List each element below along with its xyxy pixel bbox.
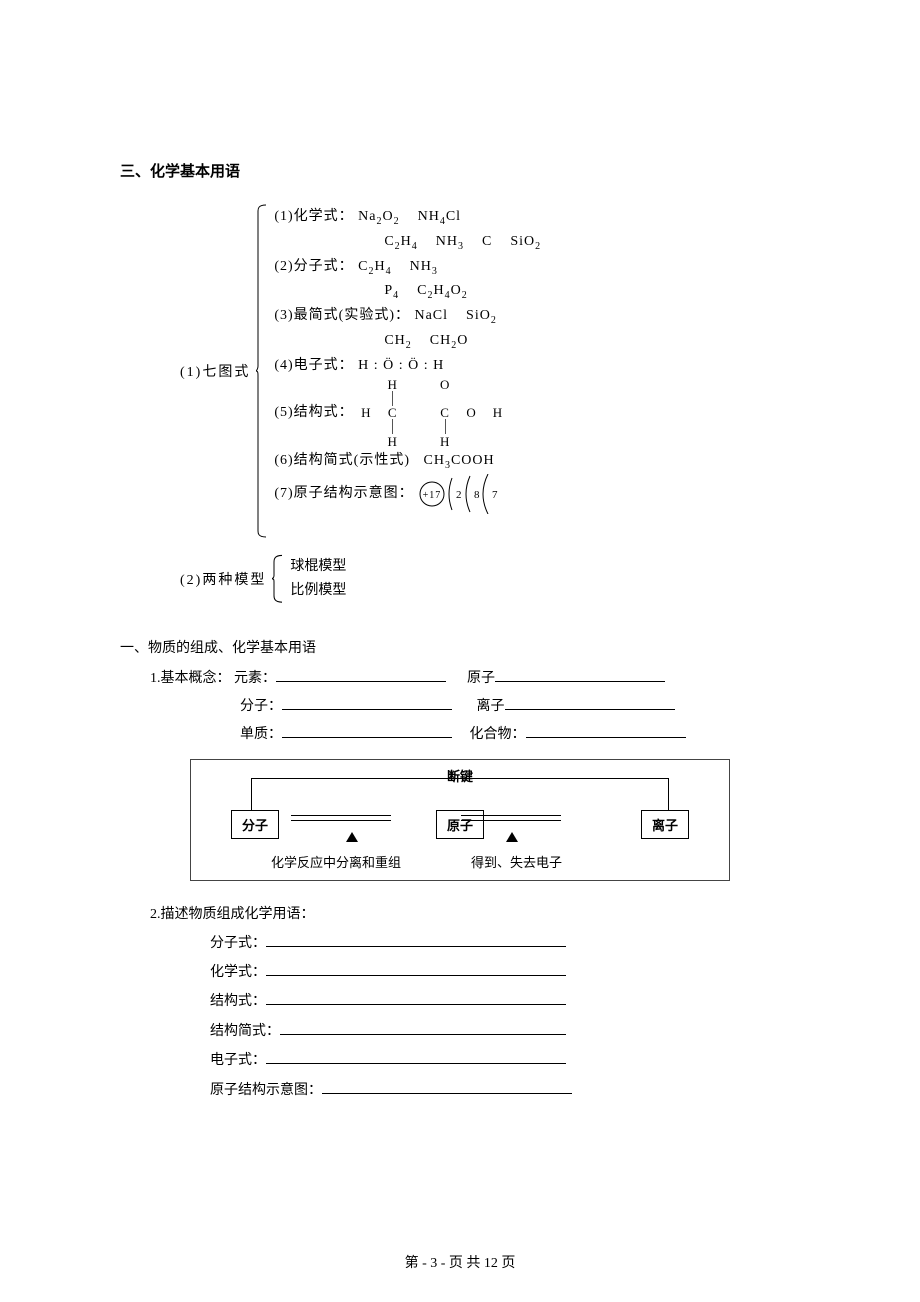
s2-label: (2)分子式： (274, 259, 353, 274)
term-dianzishi: 电子式： (210, 1053, 266, 1068)
blank-simple (282, 723, 452, 738)
blank (266, 1049, 566, 1064)
label-simple: 单质： (240, 727, 282, 742)
s4-label: (4)电子式： (274, 358, 353, 373)
s1-ex-e: C (482, 234, 492, 249)
s1-ex-d: NH3 (436, 234, 464, 249)
concepts-block: 1.基本概念： 元素： 原子 分子： 离子 单质： 化合物： (150, 665, 800, 749)
blank (266, 932, 566, 947)
term-fenzishi: 分子式： (210, 936, 266, 951)
blank (280, 1020, 566, 1035)
arrow-icon (346, 832, 358, 842)
document-page: 三、化学基本用语 (1)七图式 (1)化学式： Na2O2 NH4Cl C2H4… (0, 0, 920, 1302)
s5-label: (5)结构式： (274, 401, 353, 425)
s2-ex-c: P4 (384, 283, 399, 298)
model-b: 比例模型 (290, 579, 346, 603)
arrow-icon (506, 832, 518, 842)
blank (266, 961, 566, 976)
two-models-body: 球棍模型 比例模型 (284, 551, 346, 607)
blank (322, 1079, 572, 1094)
term-jiegoushi: 结构式： (210, 994, 266, 1009)
atom-structure-icon: +17 2 8 7 (414, 474, 504, 514)
s1-ex-b: NH4Cl (418, 209, 461, 224)
concepts-label: 1.基本概念： (150, 671, 231, 686)
s3-ex-a: NaCl (414, 308, 448, 323)
blank-atom (495, 667, 665, 682)
seven-forms-label: (1)七图式 (180, 201, 256, 541)
page-footer: 第 - 3 - 页 共 12 页 (0, 1252, 920, 1272)
desc-label: 2.描述物质组成化学用语： (150, 901, 800, 929)
node-molecule: 分子 (231, 810, 279, 839)
s1-ex-c: C2H4 (384, 234, 417, 249)
section-title: 三、化学基本用语 (120, 160, 800, 181)
bracket-icon (272, 551, 284, 607)
s2-ex-d: C2H4O2 (417, 283, 468, 298)
diagram-line (291, 815, 391, 816)
sub-section-title: 一、物质的组成、化学基本用语 (120, 637, 800, 657)
label-atom: 原子 (467, 671, 495, 686)
diagram-line (461, 815, 561, 816)
caption-left: 化学反应中分离和重组 (271, 852, 401, 871)
s3-ex-b: SiO2 (466, 308, 497, 323)
diagram-line (461, 820, 561, 821)
blank-element (276, 667, 446, 682)
label-ion: 离子 (477, 699, 505, 714)
diagram-line (291, 820, 391, 821)
bracket-icon (256, 201, 268, 541)
term-jiegoujianshi: 结构简式： (210, 1024, 280, 1039)
s6-val: CH3COOH (423, 453, 494, 468)
s2-ex-b: NH3 (410, 259, 438, 274)
diagram-top-label: 断键 (447, 766, 473, 785)
s3-ex-d: CH2O (430, 333, 469, 348)
s3-ex-c: CH2 (384, 333, 411, 348)
svg-text:2: 2 (456, 489, 463, 501)
atom-core: +17 (422, 490, 441, 501)
blank-ion (505, 695, 675, 710)
s2-ex-a: C2H4 (358, 259, 391, 274)
diagram-vline-left (251, 778, 252, 810)
label-compound: 化合物： (470, 727, 526, 742)
s1-ex-f: SiO2 (510, 234, 541, 249)
s1-ex-a: Na2O2 (358, 209, 399, 224)
s7-label: (7)原子结构示意图： (274, 482, 413, 506)
blank (266, 990, 566, 1005)
s1-label: (1)化学式： (274, 209, 353, 224)
svg-text:7: 7 (492, 489, 499, 501)
model-a: 球棍模型 (290, 555, 346, 579)
structural-formula: HO HCCOH HH (361, 378, 503, 449)
s4-lewis: H : Ö : Ö : H (358, 358, 444, 373)
label-element: 元素： (234, 671, 276, 686)
s3-label: (3)最简式(实验式)： (274, 308, 410, 323)
blank-compound (526, 723, 686, 738)
seven-forms-body: (1)化学式： Na2O2 NH4Cl C2H4 NH3 C SiO2 (2)分… (268, 201, 541, 541)
s6-label: (6)结构简式(示性式) (274, 453, 410, 468)
label-molecule: 分子： (240, 699, 282, 714)
caption-right: 得到、失去电子 (471, 852, 562, 871)
two-models-label: (2)两种模型 (180, 551, 272, 607)
diagram-vline-right (668, 778, 669, 810)
term-yuanzijiegou: 原子结构示意图： (210, 1083, 322, 1098)
term-huaxueshi: 化学式： (210, 965, 266, 980)
relation-diagram: 断键 分子 原子 离子 化学反应中分离和重组 得到、失去电子 (190, 759, 730, 881)
svg-text:8: 8 (474, 489, 481, 501)
node-ion: 离子 (641, 810, 689, 839)
seven-forms-block: (1)七图式 (1)化学式： Na2O2 NH4Cl C2H4 NH3 C Si… (180, 201, 800, 541)
terms-list: 分子式： 化学式： 结构式： 结构简式： 电子式： 原子结构示意图： (210, 929, 800, 1105)
two-models-block: (2)两种模型 球棍模型 比例模型 (180, 551, 800, 607)
blank-molecule (282, 695, 452, 710)
